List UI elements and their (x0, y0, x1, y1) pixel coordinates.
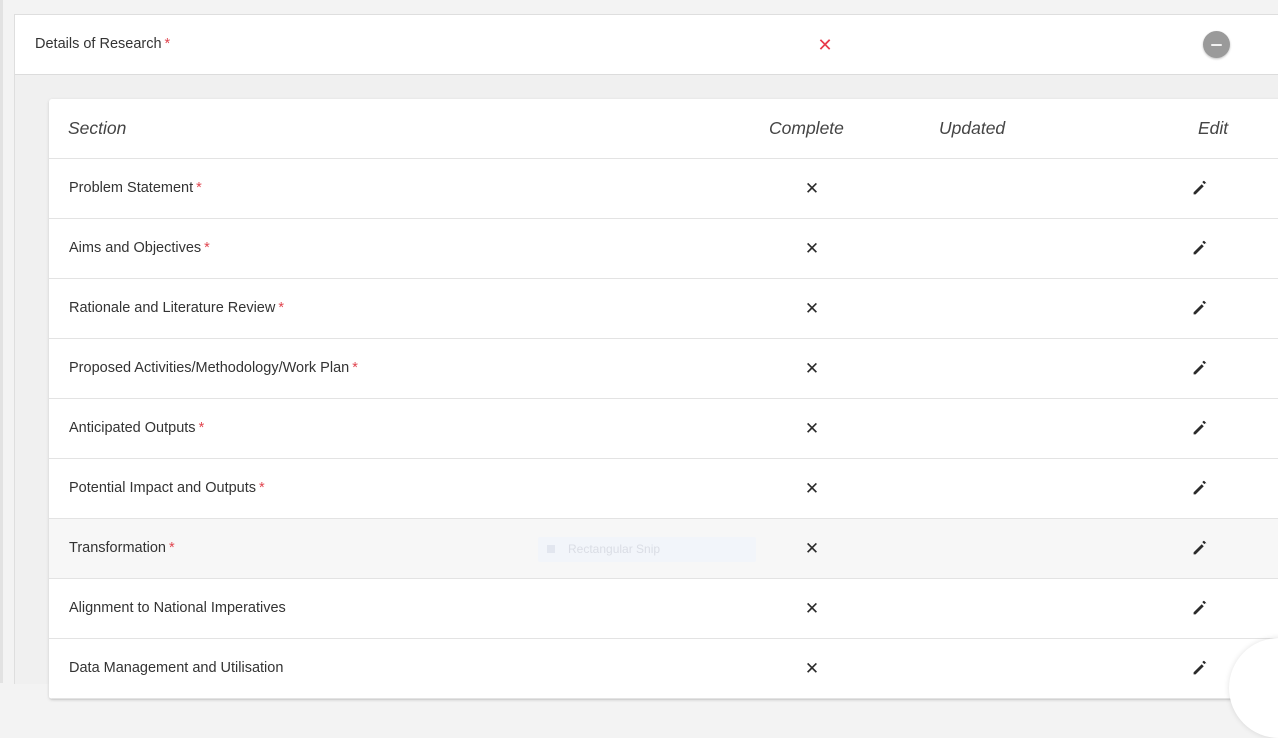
incomplete-x-icon: ✕ (804, 419, 820, 438)
section-label: Problem Statement * (69, 180, 202, 196)
header-updated: Updated (939, 118, 1006, 138)
header-edit: Edit (1198, 118, 1229, 138)
incomplete-x-icon: ✕ (804, 659, 820, 678)
table-row: Alignment to National Imperatives ✕ (49, 579, 1278, 639)
edit-pencil-icon[interactable] (1189, 357, 1211, 379)
panel-title: Details of Research * (35, 36, 170, 52)
section-label-text: Alignment to National Imperatives (69, 600, 286, 616)
incomplete-x-icon: ✕ (804, 179, 820, 198)
table-row: Anticipated Outputs * ✕ (49, 399, 1278, 459)
edit-pencil-icon[interactable] (1189, 297, 1211, 319)
header-complete: Complete (769, 118, 844, 138)
required-asterisk: * (164, 36, 171, 52)
table-row: Problem Statement * ✕ (49, 159, 1278, 219)
section-label-text: Potential Impact and Outputs (69, 480, 256, 496)
edit-pencil-icon[interactable] (1189, 477, 1211, 499)
table-row: Data Management and Utilisation ✕ (49, 639, 1278, 699)
section-label-text: Transformation (69, 540, 166, 556)
header-section: Section (68, 118, 127, 138)
sections-table: Section Complete Updated Edit Problem St… (49, 99, 1278, 699)
incomplete-x-icon: ✕ (804, 479, 820, 498)
table-row: Aims and Objectives * ✕ (49, 219, 1278, 279)
snip-tooltip-overlay: Rectangular Snip (538, 537, 756, 562)
table-row: Potential Impact and Outputs * ✕ (49, 459, 1278, 519)
incomplete-x-icon: ✕ (804, 539, 820, 558)
page-left-rule (0, 0, 3, 683)
scissors-icon (547, 545, 555, 553)
section-label: Proposed Activities/Methodology/Work Pla… (69, 360, 358, 376)
edit-pencil-icon[interactable] (1189, 177, 1211, 199)
required-asterisk: * (198, 420, 205, 436)
section-label: Aims and Objectives * (69, 240, 210, 256)
table-row: Proposed Activities/Methodology/Work Pla… (49, 339, 1278, 399)
edit-pencil-icon[interactable] (1189, 237, 1211, 259)
section-label: Data Management and Utilisation (69, 660, 286, 676)
edit-pencil-icon[interactable] (1189, 417, 1211, 439)
section-label-text: Anticipated Outputs (69, 420, 196, 436)
section-label: Potential Impact and Outputs * (69, 480, 265, 496)
incomplete-status-x-icon: ✕ (817, 35, 833, 55)
required-asterisk: * (352, 360, 358, 376)
panel-title-text: Details of Research (35, 36, 162, 52)
section-label-text: Rationale and Literature Review (69, 300, 276, 316)
minus-icon (1211, 43, 1222, 46)
section-label: Anticipated Outputs * (69, 420, 204, 436)
incomplete-x-icon: ✕ (804, 299, 820, 318)
required-asterisk: * (204, 240, 210, 256)
incomplete-x-icon: ✕ (804, 359, 820, 378)
incomplete-x-icon: ✕ (804, 239, 820, 258)
table-header-row: Section Complete Updated Edit (49, 99, 1278, 159)
section-label: Transformation * (69, 540, 175, 556)
details-of-research-panel: Details of Research * ✕ Section Complete … (14, 14, 1278, 699)
section-label: Alignment to National Imperatives (69, 600, 289, 616)
collapse-minus-button[interactable] (1203, 31, 1230, 58)
snip-label: Rectangular Snip (568, 542, 661, 556)
edit-pencil-icon[interactable] (1189, 597, 1211, 619)
section-label-text: Proposed Activities/Methodology/Work Pla… (69, 360, 350, 376)
required-asterisk: * (168, 540, 175, 556)
edit-pencil-icon[interactable] (1189, 537, 1211, 559)
incomplete-x-icon: ✕ (804, 599, 820, 618)
required-asterisk: * (278, 300, 284, 316)
section-label-text: Problem Statement (69, 180, 194, 196)
section-label-text: Data Management and Utilisation (69, 660, 284, 676)
table-row: Rationale and Literature Review * ✕ (49, 279, 1278, 339)
panel-header[interactable]: Details of Research * ✕ (15, 15, 1278, 75)
required-asterisk: * (259, 480, 265, 496)
edit-pencil-icon[interactable] (1189, 657, 1211, 679)
section-label: Rationale and Literature Review * (69, 300, 284, 316)
required-asterisk: * (196, 180, 202, 196)
section-label-text: Aims and Objectives (69, 240, 202, 256)
table-row: Transformation * Rectangular Snip ✕ (49, 519, 1278, 579)
